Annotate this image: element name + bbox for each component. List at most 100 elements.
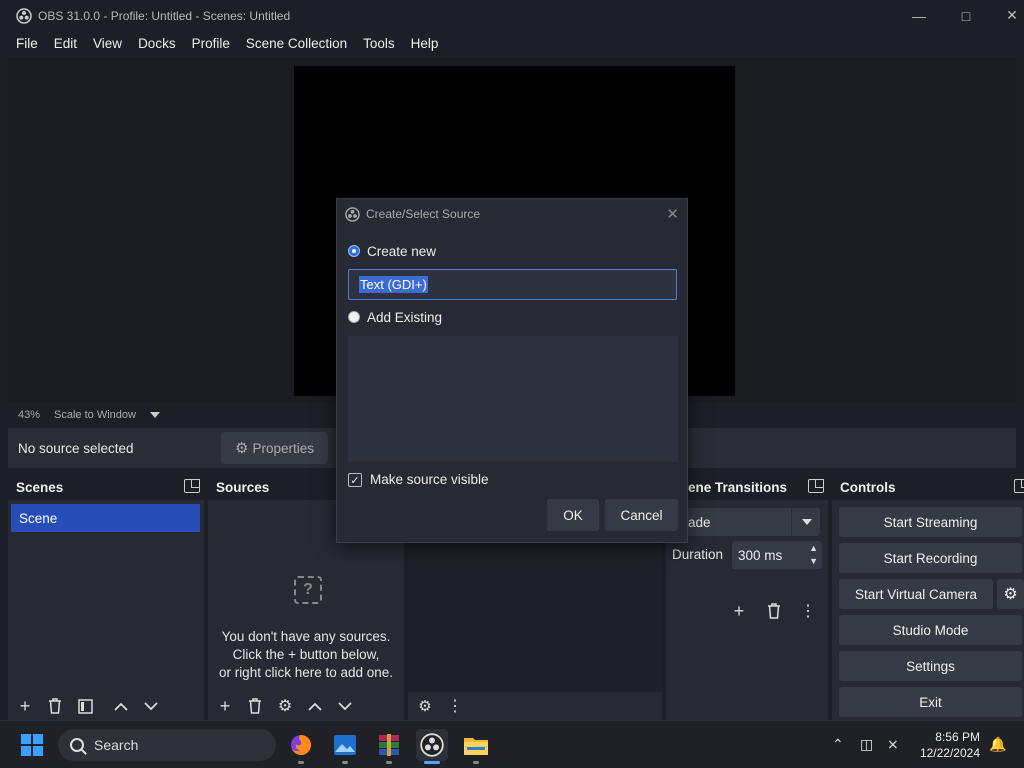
scenes-list[interactable]: Scene xyxy=(8,500,204,692)
gear-icon: ⚙ xyxy=(277,698,293,715)
photos-icon[interactable] xyxy=(329,729,361,764)
volume-muted-icon[interactable]: ⨯ xyxy=(887,736,899,753)
settings-button[interactable]: Settings xyxy=(839,651,1022,681)
make-visible-checkbox[interactable]: ✓ xyxy=(348,473,362,487)
make-visible-label[interactable]: Make source visible xyxy=(370,472,489,487)
menu-tools[interactable]: Tools xyxy=(355,36,403,51)
scene-list-item[interactable]: Scene xyxy=(11,504,200,532)
menu-docks[interactable]: Docks xyxy=(130,36,184,51)
menu-help[interactable]: Help xyxy=(403,36,447,51)
minimize-button[interactable]: — xyxy=(896,0,942,31)
move-scene-down-button[interactable] xyxy=(140,695,162,717)
add-transition-button[interactable]: + xyxy=(728,600,750,622)
controls-dock-title: Controls xyxy=(840,479,896,495)
empty-sources-message: You don't have any sources. Click the + … xyxy=(208,628,404,682)
folder-icon xyxy=(464,738,488,755)
title-bar: OBS 31.0.0 - Profile: Untitled - Scenes:… xyxy=(0,0,1024,31)
undock-icon[interactable] xyxy=(1014,479,1024,493)
add-existing-label[interactable]: Add Existing xyxy=(367,310,442,325)
obs-taskbar-icon[interactable] xyxy=(416,729,448,764)
spin-up-icon[interactable]: ▲ xyxy=(809,543,818,553)
scenes-dock-header: Scenes xyxy=(8,474,204,500)
duration-value: 300 ms xyxy=(738,547,783,563)
scene-transitions-dock: ene Transitions ade Duration 300 ms ▲ ▼ … xyxy=(666,474,828,720)
add-scene-button[interactable]: + xyxy=(14,695,36,717)
sources-toolbar: + ⚙ xyxy=(208,692,404,720)
properties-button[interactable]: ⚙ Properties xyxy=(221,432,328,464)
audio-mixer-toolbar: ⚙ ⋮ xyxy=(408,692,662,720)
virtual-camera-settings-button[interactable]: ⚙ xyxy=(997,579,1024,609)
duration-input[interactable]: 300 ms ▲ ▼ xyxy=(732,541,822,569)
transitions-dock-title: ene Transitions xyxy=(688,479,788,495)
firefox-icon[interactable] xyxy=(285,729,317,764)
controls-dock-header: Controls xyxy=(832,474,1024,500)
start-virtual-camera-button[interactable]: Start Virtual Camera xyxy=(839,579,993,609)
add-existing-radio[interactable] xyxy=(348,311,360,323)
start-streaming-button[interactable]: Start Streaming xyxy=(839,507,1022,537)
source-name-input[interactable]: Text (GDI+) xyxy=(348,269,677,300)
properties-label: Properties xyxy=(252,440,314,456)
start-recording-button[interactable]: Start Recording xyxy=(839,543,1022,573)
transition-menu-button[interactable]: ⋮ xyxy=(797,600,819,622)
controls-dock: Controls Start Streaming Start Recording… xyxy=(832,474,1024,720)
search-placeholder: Search xyxy=(94,737,139,753)
exit-button[interactable]: Exit xyxy=(839,687,1022,717)
create-new-radio[interactable] xyxy=(348,245,360,257)
add-source-button[interactable]: + xyxy=(214,695,236,717)
undock-icon[interactable] xyxy=(184,479,200,493)
move-source-down-button[interactable] xyxy=(334,695,356,717)
undock-icon[interactable] xyxy=(808,479,824,493)
windows-start-icon[interactable] xyxy=(21,734,43,756)
notification-bell-icon[interactable]: 🔔 xyxy=(989,736,1006,753)
chevron-up-icon[interactable]: ⌃ xyxy=(832,736,844,753)
sources-dock-title: Sources xyxy=(216,479,270,495)
search-icon xyxy=(70,738,84,752)
move-source-up-button[interactable] xyxy=(304,695,326,717)
create-new-label[interactable]: Create new xyxy=(367,244,436,259)
scene-filters-button[interactable] xyxy=(74,695,96,717)
system-clock[interactable]: 8:56 PM 12/22/2024 xyxy=(920,729,980,761)
obs-app-icon xyxy=(345,206,360,222)
menu-view[interactable]: View xyxy=(85,36,130,51)
menu-profile[interactable]: Profile xyxy=(184,36,238,51)
remove-source-button[interactable] xyxy=(244,695,266,717)
duration-label: Duration xyxy=(672,547,724,562)
network-icon[interactable]: ◫ xyxy=(860,736,873,753)
clock-time: 8:56 PM xyxy=(935,730,980,744)
chevron-up-icon xyxy=(308,702,322,711)
window-title: OBS 31.0.0 - Profile: Untitled - Scenes:… xyxy=(38,8,291,23)
taskbar-search[interactable]: Search xyxy=(58,729,276,761)
close-icon[interactable]: ✕ xyxy=(666,205,679,223)
cancel-button[interactable]: Cancel xyxy=(605,499,678,531)
transition-select[interactable]: ade xyxy=(670,508,820,536)
spin-down-icon[interactable]: ▼ xyxy=(809,556,818,566)
scale-mode[interactable]: Scale to Window xyxy=(54,409,136,421)
dialog-title: Create/Select Source xyxy=(366,207,481,221)
running-indicator xyxy=(473,761,479,764)
winrar-icon[interactable] xyxy=(373,729,405,764)
gear-icon: ⚙ xyxy=(235,440,249,457)
empty-line: or right click here to add one. xyxy=(218,665,394,680)
ok-button[interactable]: OK xyxy=(547,499,599,531)
menu-edit[interactable]: Edit xyxy=(46,36,85,51)
source-properties-button[interactable]: ⚙ xyxy=(274,695,296,717)
close-window-button[interactable]: ✕ xyxy=(989,0,1024,31)
file-explorer-icon[interactable] xyxy=(460,729,492,764)
scenes-dock-title: Scenes xyxy=(16,479,64,495)
studio-mode-button[interactable]: Studio Mode xyxy=(839,615,1022,645)
obs-app-icon xyxy=(16,7,32,24)
move-scene-up-button[interactable] xyxy=(110,695,132,717)
menu-file[interactable]: File xyxy=(8,36,46,51)
running-indicator xyxy=(298,761,304,764)
transitions-dock-header: ene Transitions xyxy=(666,474,828,500)
maximize-button[interactable]: □ xyxy=(943,0,989,31)
running-indicator xyxy=(386,761,392,764)
audio-settings-button[interactable]: ⚙ xyxy=(414,695,436,717)
chevron-down-icon xyxy=(144,701,158,710)
menu-scene-collection[interactable]: Scene Collection xyxy=(238,36,355,51)
audio-menu-button[interactable]: ⋮ xyxy=(444,695,466,717)
chevron-down-icon[interactable] xyxy=(149,412,160,418)
remove-transition-button[interactable] xyxy=(763,600,785,622)
existing-sources-list[interactable] xyxy=(348,336,678,462)
remove-scene-button[interactable] xyxy=(44,695,66,717)
